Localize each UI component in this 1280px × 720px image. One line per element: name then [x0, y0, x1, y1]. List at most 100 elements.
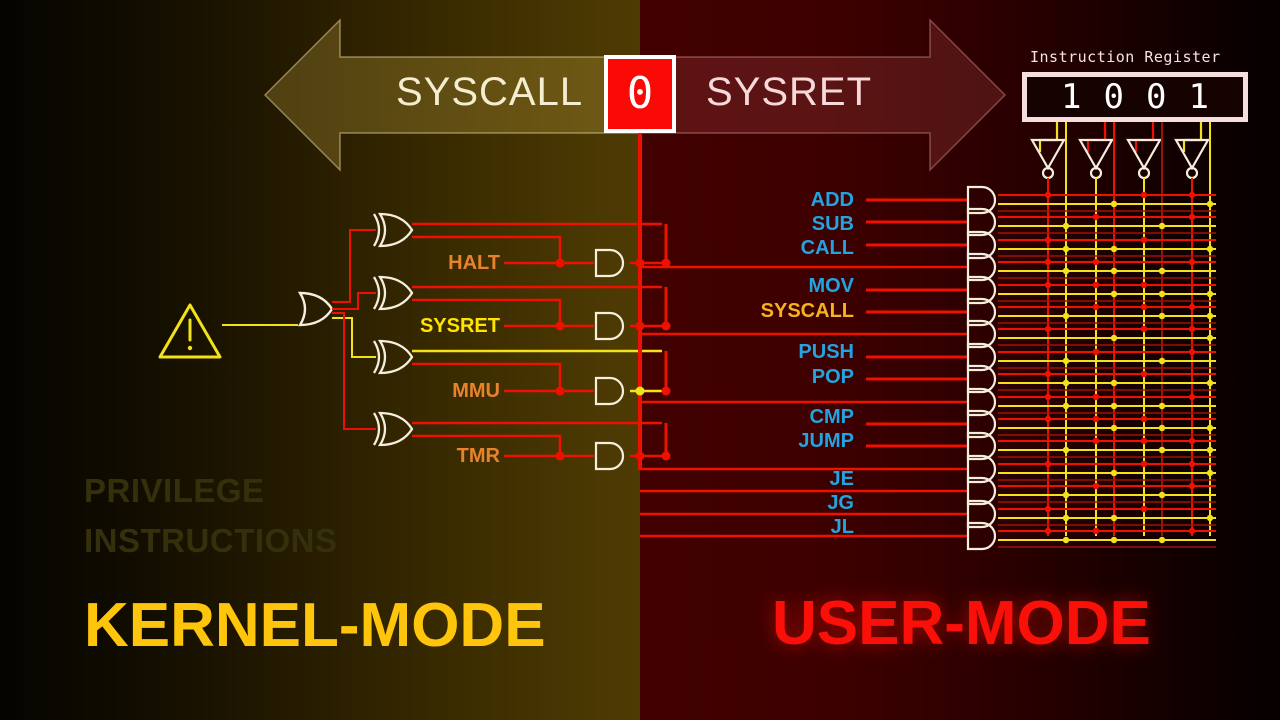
decoder-matrix-junction [1062, 402, 1070, 410]
decoder-matrix-junction [1206, 290, 1214, 298]
decoder-matrix-junction [1188, 348, 1196, 356]
decoder-matrix-junction [1140, 460, 1148, 468]
decoder-matrix-junction [1044, 415, 1052, 423]
decoder-matrix-junction [1158, 290, 1166, 298]
mode-bit-bus [635, 133, 671, 470]
privilege-ghost-line-2: INSTRUCTIONS [84, 522, 338, 559]
decoder-matrix-junction [1158, 267, 1166, 275]
decoder-matrix-junction [1044, 460, 1052, 468]
decoder-matrix-junction [1044, 191, 1052, 199]
decoder-matrix-junction [1140, 191, 1148, 199]
decoder-matrix-junction [1044, 236, 1052, 244]
decoder-matrix-junction [1110, 290, 1118, 298]
decoder-matrix-junction [1158, 491, 1166, 499]
decoder-matrix-junction [1062, 312, 1070, 320]
decoder-matrix-junction [1140, 437, 1148, 445]
privilege-xor-gates [372, 212, 414, 447]
kernel-mode-caption: KERNEL-MODE [84, 591, 546, 660]
user-instruction-label-add: ADD [810, 189, 854, 211]
decoder-matrix-junction [1110, 424, 1118, 432]
decoder-matrix-junction [1188, 437, 1196, 445]
user-instruction-label-syscall: SYSCALL [760, 300, 854, 322]
decoder-matrix-junction [1206, 379, 1214, 387]
decoder-matrix-junction [1092, 348, 1100, 356]
decoder-matrix-junction [1158, 222, 1166, 230]
user-instruction-label-jg: JG [827, 492, 854, 514]
decoder-matrix-junction [1044, 281, 1052, 289]
user-instruction-label-sub: SUB [811, 213, 854, 235]
decoder-matrix-junction [1140, 505, 1148, 513]
decoder-matrix-junction [1110, 514, 1118, 522]
decoder-matrix-junction [1110, 379, 1118, 387]
decoder-matrix-junction [1062, 379, 1070, 387]
decoder-matrix-junction [1188, 303, 1196, 311]
mode-bit-value: 0 [626, 68, 654, 119]
decoder-matrix-junction [1062, 222, 1070, 230]
decoder-matrix-junction [1206, 200, 1214, 208]
decoder-matrix-junction [1062, 267, 1070, 275]
privilege-or-gate [298, 291, 334, 327]
privilege-instruction-label-mmu: MMU [452, 380, 500, 402]
decoder-matrix-junction [1092, 303, 1100, 311]
decoder-matrix-junction [1140, 303, 1148, 311]
user-mode-caption: USER-MODE [772, 589, 1151, 658]
user-instruction-label-je: JE [829, 468, 854, 490]
decoder-matrix-junction [1140, 370, 1148, 378]
decoder-matrix-junction [1110, 469, 1118, 477]
decoder-matrix-junction [1092, 258, 1100, 266]
decoder-matrix-junction [1158, 357, 1166, 365]
decoder-matrix-junction [1206, 312, 1214, 320]
decoder-matrix-junction [1140, 325, 1148, 333]
privilege-instruction-label-halt: HALT [448, 252, 500, 274]
decoder-matrix-junction [1206, 334, 1214, 342]
decoder-matrix-junction [1206, 514, 1214, 522]
user-instruction-label-mov: MOV [808, 275, 854, 297]
user-instruction-label-call: CALL [800, 237, 854, 259]
privilege-instruction-label-sysret: SYSRET [419, 315, 500, 337]
or-fanout-wires [332, 229, 376, 430]
decoder-matrix-junction [1188, 527, 1196, 535]
mode-bit-box[interactable]: 0 [604, 55, 676, 133]
decoder-matrix-junction [1044, 393, 1052, 401]
user-instruction-label-jump: JUMP [798, 430, 854, 452]
user-instruction-label-pop: POP [811, 366, 854, 388]
decoder-matrix-junction [1140, 281, 1148, 289]
warning-triangle-icon [158, 303, 222, 359]
decoder-matrix-junction [1092, 437, 1100, 445]
decoder-matrix-junction [1092, 415, 1100, 423]
decoder-matrix-junction [1110, 334, 1118, 342]
decoder-matrix-junction [1158, 312, 1166, 320]
decoder-matrix-junction [1188, 191, 1196, 199]
decoder-matrix-junction [1062, 514, 1070, 522]
decoder-matrix-junction [1188, 325, 1196, 333]
decoder-matrix-junction [1110, 536, 1118, 544]
decoder-matrix-junction [1092, 527, 1100, 535]
user-instruction-label-jl: JL [830, 516, 854, 538]
decoder-matrix-junction [1044, 505, 1052, 513]
decoder-matrix-junction [1062, 245, 1070, 253]
decoder-matrix-junction [1062, 536, 1070, 544]
decoder-matrix-junction [1092, 213, 1100, 221]
decoder-matrix-junction [1158, 402, 1166, 410]
decoder-matrix-junction [1044, 258, 1052, 266]
decoder-matrix-junction [1110, 267, 1118, 275]
decoder-matrix-junction [1188, 460, 1196, 468]
decoder-and-gate-rows [640, 185, 1216, 551]
decoder-matrix-junction [1206, 446, 1214, 454]
decoder-matrix-junction [1092, 281, 1100, 289]
ir-inverters [1030, 138, 1210, 180]
ir-to-inverter-wires [1038, 122, 1203, 152]
decoder-matrix-junction [1044, 370, 1052, 378]
decoder-matrix-junction [1092, 393, 1100, 401]
decoder-matrix-junction [1206, 245, 1214, 253]
diagram-canvas: SYSCALL SYSRET 0 Instruction Register 1 … [0, 0, 1280, 720]
privilege-ghost-line-1: PRIVILEGE [84, 472, 265, 509]
decoder-matrix-junction [1140, 415, 1148, 423]
decoder-matrix-junction [1206, 424, 1214, 432]
user-instruction-label-cmp: CMP [809, 406, 854, 428]
privilege-instruction-label-tmr: TMR [456, 445, 500, 467]
decoder-matrix-junction [1158, 446, 1166, 454]
decoder-matrix-junction [1062, 491, 1070, 499]
decoder-matrix-junction [1140, 236, 1148, 244]
decoder-matrix-junction [1044, 527, 1052, 535]
